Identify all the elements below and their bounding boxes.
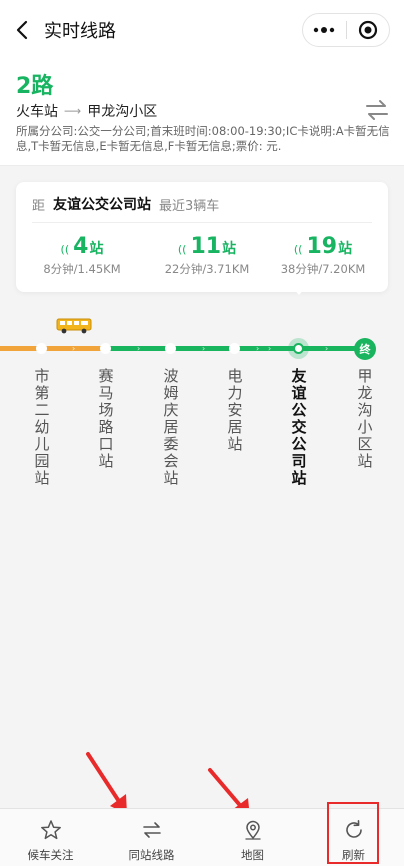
target-circle-icon [358, 20, 377, 40]
stops-unit: 站 [338, 241, 353, 257]
tab-same-station-lines[interactable]: 同站线路 [101, 809, 202, 866]
route-direction: 火车站 ⟶ 甲龙沟小区 [16, 101, 157, 121]
signal-icon: (( [293, 243, 303, 256]
direction-chevron: › [72, 344, 76, 353]
tab-label: 候车关注 [27, 848, 74, 862]
nav-bar: 实时线路 [0, 0, 404, 60]
route-info-panel: 2路 火车站 ⟶ 甲龙沟小区 所属分公司:公交一分公司;首末班时间:08:00-… [0, 60, 404, 166]
direction-chevron: › [256, 344, 260, 353]
stops-unit: 站 [89, 241, 104, 257]
transfer-icon [142, 822, 161, 838]
direction-chevron: › [137, 344, 141, 353]
stops-away: 11 [190, 234, 222, 259]
current-stop-dot[interactable] [288, 338, 309, 359]
signal-icon: (( [60, 243, 70, 256]
route-line: › › › › › › 终 [0, 338, 404, 360]
star-icon [40, 820, 61, 840]
selected-station: 友谊公交公司站 [53, 197, 152, 213]
swap-direction-icon[interactable] [364, 98, 390, 122]
stop-name[interactable]: 市第二幼儿园站 [31, 368, 53, 487]
mini-program-capsule [302, 13, 390, 47]
page-title: 实时线路 [44, 21, 116, 42]
stop-name[interactable]: 赛马场路口站 [95, 368, 117, 470]
stop-dot[interactable] [100, 343, 111, 354]
card-pointer [291, 286, 307, 295]
route-name: 2路 [16, 74, 54, 99]
route-description: 所属分公司:公交一分公司;首末班时间:08:00-19:30;IC卡说明:A卡暂… [16, 124, 390, 153]
stop-dot[interactable] [36, 343, 47, 354]
stop-dot[interactable] [229, 343, 240, 354]
bus-arrival-1: (( 4 站 8分钟/1.45KM [27, 234, 137, 277]
card-header: 距 友谊公交公司站 最近3辆车 [32, 194, 219, 214]
tab-watch[interactable]: 候车关注 [0, 809, 101, 866]
more-button[interactable] [303, 14, 346, 46]
chevron-left-icon [16, 20, 28, 40]
card-divider [32, 222, 372, 223]
stop-name[interactable]: 甲龙沟小区站 [354, 368, 376, 470]
close-button[interactable] [346, 14, 389, 46]
passed-segment [0, 346, 105, 351]
distance-prefix: 距 [32, 198, 46, 214]
route-to: 甲龙沟小区 [87, 104, 158, 120]
refresh-highlight-box [327, 802, 379, 864]
route-from: 火车站 [16, 104, 58, 120]
tab-label: 同站线路 [128, 848, 175, 862]
stops-unit: 站 [222, 241, 237, 257]
bus-arrival-2: (( 11 站 22分钟/3.71KM [152, 234, 262, 277]
direction-chevron: › [325, 344, 329, 353]
stop-name[interactable]: 波姆庆居委会站 [160, 368, 182, 487]
map-pin-icon [244, 820, 261, 840]
arrival-card: 距 友谊公交公司站 最近3辆车 (( 4 站 8分钟/1.45KM (( 11 … [16, 182, 388, 292]
back-button[interactable] [0, 0, 44, 60]
direction-arrow: ⟶ [64, 104, 82, 118]
stops-away: 4 [73, 234, 89, 259]
stop-name-current[interactable]: 友谊公交公司站 [288, 368, 310, 487]
recent-buses-label: 最近3辆车 [159, 198, 220, 214]
time-distance: 22分钟/3.71KM [164, 262, 250, 276]
tab-label: 地图 [241, 848, 264, 862]
terminal-badge[interactable]: 终 [354, 338, 376, 360]
time-distance: 8分钟/1.45KM [43, 262, 121, 276]
direction-chevron: › [268, 344, 272, 353]
time-distance: 38分钟/7.20KM [280, 262, 366, 276]
stops-away: 19 [306, 234, 338, 259]
direction-chevron: › [202, 344, 206, 353]
stop-dot[interactable] [165, 343, 176, 354]
tab-map[interactable]: 地图 [202, 809, 303, 866]
stop-name[interactable]: 电力安居站 [224, 368, 246, 453]
bus-arrival-3: (( 19 站 38分钟/7.20KM [268, 234, 378, 277]
more-dots-icon [314, 27, 335, 33]
signal-icon: (( [177, 243, 187, 256]
bus-icon [56, 318, 92, 334]
